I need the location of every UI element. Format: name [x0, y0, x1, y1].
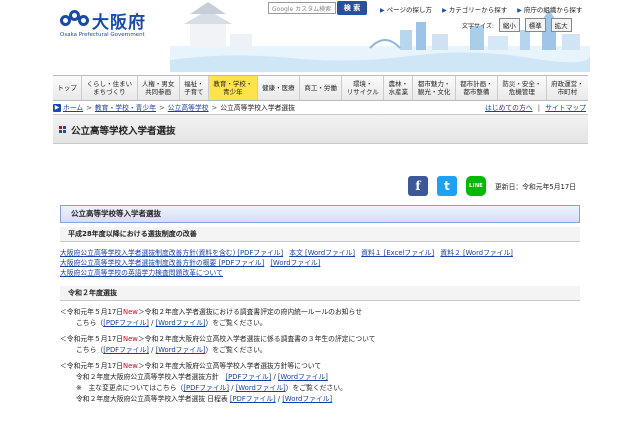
breadcrumb-education[interactable]: 教育・学校・青少年 [95, 104, 156, 112]
notice-subline: 令和２年度大阪府公立高等学校入学者選抜方針 [PDFファイル] / [Wordフ… [76, 373, 328, 381]
breadcrumb-right-links: はじめての方へ | サイトマップ [485, 104, 586, 112]
notice-pdf-link[interactable]: [PDFファイル] [103, 346, 149, 354]
new-badge: New [123, 362, 138, 370]
font-size-switcher: 文字サイズ: 縮小 標準 拡大 [462, 18, 572, 32]
nav-health[interactable]: 健康・医療 [256, 76, 299, 100]
link-reform-data1-excel[interactable]: 資料１ [Excelファイル] [361, 249, 434, 257]
notice-item: ＜令和元年５月17日New＞令和２年度大阪府公立高校入学者選抜に係る調査書の３年… [60, 334, 580, 356]
arrow-icon: ▶ [517, 7, 522, 14]
page-title: 公立高等学校入学者選抜 [71, 126, 176, 137]
nav-agriculture[interactable]: 農林・ 水産業 [383, 76, 412, 100]
page-title-bar: 公立高等学校入学者選抜 [53, 114, 588, 144]
notice-word-link[interactable]: [Wordファイル] [282, 395, 332, 403]
nav-administration[interactable]: 府政運営・ 市町村 [545, 76, 588, 100]
link-sitemap[interactable]: サイトマップ [545, 104, 586, 112]
facebook-icon[interactable]: f [408, 176, 428, 196]
nav-top[interactable]: トップ [53, 76, 81, 100]
subsection-heading-reform: 平成28年度以降における選抜制度の改善 [60, 227, 580, 242]
nav-environment[interactable]: 環境・ リサイクル [341, 76, 383, 100]
twitter-icon[interactable]: t [437, 176, 457, 196]
nav-human-rights[interactable]: 人権・男女 共同参画 [136, 76, 179, 100]
notice-word-link[interactable]: [Wordファイル] [156, 319, 206, 327]
font-size-label: 文字サイズ: [462, 23, 494, 30]
logo-english: Osaka Prefectural Government [60, 32, 145, 38]
search-button[interactable]: 検 索 [337, 1, 367, 15]
arrow-icon: ▶ [380, 7, 385, 14]
subsection-heading-r2: 令和２年度選抜 [60, 286, 580, 301]
new-badge: New [123, 335, 138, 343]
font-size-large-button[interactable]: 拡大 [550, 18, 572, 32]
reform-links: 大阪府公立高等学校入学者選抜制度改善方針(資料を含む) [PDFファイル] 本文… [60, 248, 580, 278]
line-icon[interactable]: LINE [466, 176, 486, 196]
link-reform-summary-pdf[interactable]: 大阪府公立高等学校入学者選抜制度改善方針の概要 [PDFファイル] [60, 259, 264, 267]
breadcrumb-home[interactable]: ホーム [63, 104, 83, 112]
site-header: 大阪府 Osaka Prefectural Government Google … [0, 0, 640, 72]
nav-living[interactable]: くらし・住まい まちづくり [81, 76, 136, 100]
link-how-to-find[interactable]: ページの探し方 [387, 6, 432, 14]
nav-tourism[interactable]: 都市魅力・ 観光・文化 [412, 76, 454, 100]
notice-item: ＜令和元年５月17日New＞令和２年度入学者選抜における調査書評定の府内統一ルー… [60, 307, 580, 329]
arrow-icon: ▶ [53, 104, 61, 112]
link-reform-policy-pdf[interactable]: 大阪府公立高等学校入学者選抜制度改善方針(資料を含む) [PDFファイル] [60, 249, 283, 257]
arrow-icon: ▶ [442, 7, 447, 14]
notice-links: こちら（[PDFファイル] / [Wordファイル]）をご覧ください。 [76, 319, 267, 327]
notice-links: こちら（[PDFファイル] / [Wordファイル]）をご覧ください。 [76, 346, 267, 354]
breadcrumb: ▶ ホーム > 教育・学校・青少年 > 公立高等学校 > 公立高等学校入学者選抜 はじめての方… [53, 104, 586, 112]
global-nav: トップ くらし・住まい まちづくり 人権・男女 共同参画 福祉・ 子育て 教育・… [53, 75, 588, 101]
notice-pdf-link[interactable]: [PDFファイル] [230, 395, 276, 403]
social-share: f t LINE [408, 176, 486, 196]
font-size-normal-button[interactable]: 標準 [524, 18, 546, 32]
notice-word-link[interactable]: [Wordファイル] [156, 346, 206, 354]
nav-education[interactable]: 教育・学校・ 青少年 [208, 76, 257, 100]
link-reform-summary-word[interactable]: [Wordファイル] [270, 259, 320, 267]
logo-name: 大阪府 [92, 13, 146, 33]
search-input[interactable]: Google カスタム検索 [268, 2, 336, 14]
notice-subline: ※ 主な変更点についてはこちら（[PDFファイル] / [Wordファイル]）を… [76, 384, 347, 392]
section-heading: 公立高等学校等入学者選抜 [60, 205, 580, 223]
updated-date: 更新日：令和元年5月17日 [495, 183, 576, 191]
main-content: 公立高等学校等入学者選抜 平成28年度以降における選抜制度の改善 大阪府公立高等… [60, 205, 580, 405]
header-top-links: ▶ ページの探し方 ▶ カテゴリーから探す ▶ 府庁の組織から探す [380, 4, 590, 14]
nav-urban-planning[interactable]: 都市計画・ 都市整備 [454, 76, 497, 100]
breadcrumb-public-high-school[interactable]: 公立高等学校 [168, 104, 209, 112]
logo-mark-icon [60, 10, 90, 30]
link-reform-policy-word[interactable]: 本文 [Wordファイル] [289, 249, 355, 257]
notice-heading: ＜令和元年５月17日New＞令和２年度入学者選抜における調査書評定の府内統一ルー… [60, 308, 363, 316]
notice-heading: ＜令和元年５月17日New＞令和２年度大阪府公立高校入学者選抜に係る調査書の３年… [60, 335, 376, 343]
notice-pdf-link[interactable]: [PDFファイル] [103, 319, 149, 327]
nav-welfare[interactable]: 福祉・ 子育て [178, 76, 208, 100]
notice-pdf-link[interactable]: [PDFファイル] [183, 384, 229, 392]
site-logo[interactable]: 大阪府 Osaka Prefectural Government [60, 8, 170, 42]
reform-link-row: 大阪府公立高等学校の英語学力検査問題改革について [60, 268, 580, 278]
link-by-organization[interactable]: 府庁の組織から探す [524, 6, 583, 14]
breadcrumb-current: 公立高等学校入学者選抜 [220, 104, 296, 112]
link-by-category[interactable]: カテゴリーから探す [449, 6, 508, 14]
notice-word-link[interactable]: [Wordファイル] [278, 373, 328, 381]
link-first-time[interactable]: はじめての方へ [485, 104, 533, 112]
notice-word-link[interactable]: [Wordファイル] [236, 384, 286, 392]
nav-disaster[interactable]: 防災・安全・ 危機管理 [496, 76, 546, 100]
nav-commerce[interactable]: 商工・労働 [299, 76, 341, 100]
notice-item: ＜令和元年５月17日New＞令和２年度大阪府公立高等学校入学者選抜方針等について… [60, 361, 580, 405]
link-english-exam-reform[interactable]: 大阪府公立高等学校の英語学力検査問題改革について [60, 269, 223, 277]
reform-link-row: 大阪府公立高等学校入学者選抜制度改善方針の概要 [PDFファイル] [Wordフ… [60, 258, 580, 268]
notice-subline: 令和２年度大阪府公立高等学校入学者選抜 日程表 [PDFファイル] / [Wor… [76, 395, 333, 403]
font-size-small-button[interactable]: 縮小 [498, 18, 520, 32]
reform-link-row: 大阪府公立高等学校入学者選抜制度改善方針(資料を含む) [PDFファイル] 本文… [60, 248, 580, 258]
notice-pdf-link[interactable]: [PDFファイル] [226, 373, 272, 381]
new-badge: New [123, 308, 138, 316]
title-squares-icon [59, 126, 67, 134]
notice-heading: ＜令和元年５月17日New＞令和２年度大阪府公立高等学校入学者選抜方針等について [60, 362, 322, 370]
link-reform-data2-word[interactable]: 資料２ [Wordファイル] [440, 249, 513, 257]
